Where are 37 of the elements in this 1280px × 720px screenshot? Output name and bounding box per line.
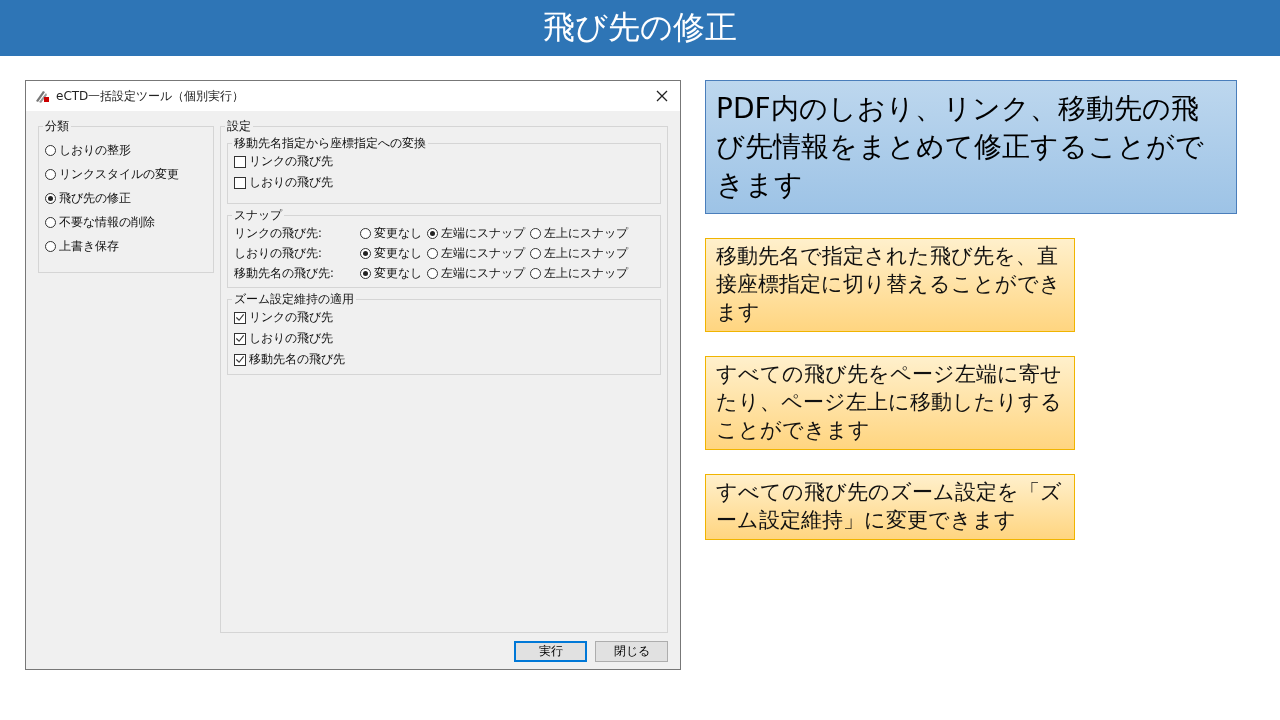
- note-callout: 移動先名で指定された飛び先を、直接座標指定に切り替えることができます: [705, 238, 1075, 332]
- snap-radio[interactable]: 変更なし: [360, 243, 422, 263]
- snap-label: リンクの飛び先:: [234, 225, 323, 241]
- snap-radio[interactable]: 左端にスナップ: [427, 243, 525, 263]
- snap-radio[interactable]: 左上にスナップ: [530, 263, 628, 283]
- slide-title: 飛び先の修正: [543, 7, 737, 48]
- group-legend: ズーム設定維持の適用: [232, 292, 356, 307]
- snap-label: 移動先名の飛び先:: [234, 265, 335, 281]
- checkbox[interactable]: 移動先名の飛び先: [234, 349, 654, 370]
- group-legend: スナップ: [232, 208, 284, 223]
- category-radio[interactable]: リンクスタイルの変更: [45, 162, 207, 186]
- snap-radio[interactable]: 左端にスナップ: [427, 263, 525, 283]
- checkbox[interactable]: リンクの飛び先: [234, 307, 654, 328]
- category-radio[interactable]: しおりの整形: [45, 138, 207, 162]
- window-title: eCTD一括設定ツール（個別実行）: [56, 87, 246, 105]
- snap-radio[interactable]: 左端にスナップ: [427, 223, 525, 243]
- category-radio[interactable]: 上書き保存: [45, 234, 207, 258]
- note-callout: すべての飛び先をページ左端に寄せたり、ページ左上に移動したりすることができます: [705, 356, 1075, 450]
- app-icon: [34, 88, 50, 104]
- snap-radio[interactable]: 左上にスナップ: [530, 243, 628, 263]
- close-icon[interactable]: [656, 90, 668, 102]
- snap-radio[interactable]: 変更なし: [360, 223, 422, 243]
- group-legend: 分類: [43, 119, 71, 134]
- headline-callout: PDF内のしおり、リンク、移動先の飛び先情報をまとめて修正することができます: [705, 80, 1237, 214]
- checkbox[interactable]: リンクの飛び先: [234, 151, 654, 172]
- group-legend: 移動先名指定から座標指定への変換: [232, 136, 428, 151]
- dialog-button[interactable]: 実行: [514, 641, 587, 662]
- category-radio[interactable]: 飛び先の修正: [45, 186, 207, 210]
- group-legend: 設定: [225, 119, 253, 134]
- note-callout: すべての飛び先のズーム設定を「ズーム設定維持」に変更できます: [705, 474, 1075, 540]
- dialog-button[interactable]: 閉じる: [595, 641, 668, 662]
- checkbox[interactable]: しおりの飛び先: [234, 172, 654, 193]
- snap-radio[interactable]: 変更なし: [360, 263, 422, 283]
- snap-radio[interactable]: 左上にスナップ: [530, 223, 628, 243]
- category-radio[interactable]: 不要な情報の削除: [45, 210, 207, 234]
- snap-label: しおりの飛び先:: [234, 245, 323, 261]
- checkbox[interactable]: しおりの飛び先: [234, 328, 654, 349]
